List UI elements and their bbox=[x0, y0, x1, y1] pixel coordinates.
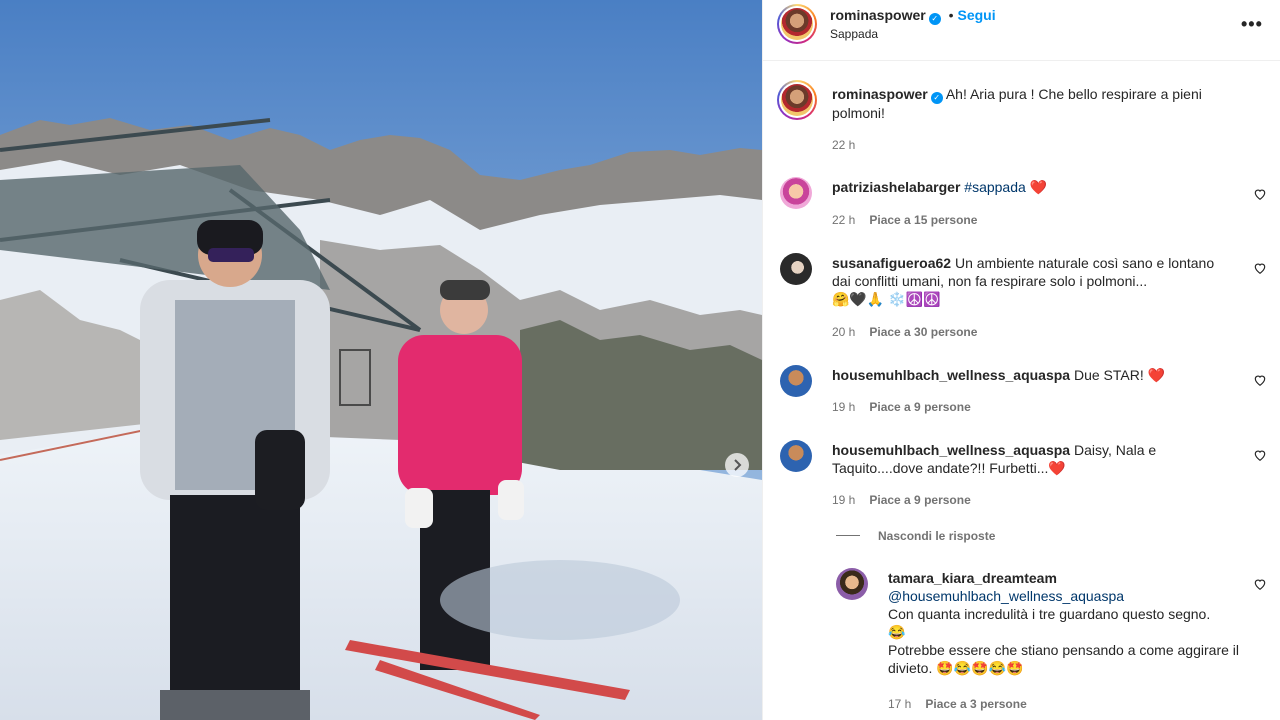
verified-badge-icon: ✓ bbox=[928, 13, 941, 25]
comment-avatar[interactable] bbox=[780, 365, 812, 397]
reply-likes[interactable]: Piace a 3 persone bbox=[925, 697, 1026, 711]
verified-badge-icon: ✓ bbox=[930, 92, 943, 104]
like-reply-button[interactable] bbox=[1253, 577, 1267, 591]
reply-username[interactable]: tamara_kiara_dreamteam bbox=[888, 569, 1248, 587]
comment-avatar[interactable] bbox=[780, 177, 812, 209]
separator-dot: • bbox=[948, 7, 954, 23]
comment-time[interactable]: 20 h bbox=[832, 325, 855, 339]
like-comment-button[interactable] bbox=[1253, 261, 1267, 275]
chevron-right-icon bbox=[734, 459, 742, 471]
hide-replies-button[interactable]: Nascondi le risposte bbox=[878, 529, 995, 543]
replies-divider bbox=[836, 535, 860, 536]
comment-text: Due STAR! bbox=[1073, 367, 1144, 383]
reply-emoji-1: 😂 bbox=[888, 624, 906, 640]
comment-likes[interactable]: Piace a 9 persone bbox=[869, 493, 970, 507]
post-photo[interactable] bbox=[0, 0, 762, 720]
heart-outline-icon bbox=[1254, 450, 1266, 461]
more-options-icon[interactable]: ••• bbox=[1241, 14, 1263, 35]
reply-meta: 17 h Piace a 3 persone bbox=[888, 697, 1027, 711]
heart-outline-icon bbox=[1254, 189, 1266, 200]
comment-body: patriziashelabarger #sappada ❤️ bbox=[832, 178, 1222, 196]
comment-avatar[interactable] bbox=[780, 440, 812, 472]
comment-body: susanafigueroa62 Un ambiente naturale co… bbox=[832, 254, 1227, 308]
comment-username[interactable]: susanafigueroa62 bbox=[832, 255, 951, 271]
next-photo-button[interactable] bbox=[725, 453, 749, 477]
comment-time[interactable]: 22 h bbox=[832, 213, 855, 227]
caption: rominaspower ✓ Ah! Aria pura ! Che bello … bbox=[832, 85, 1232, 122]
reply-body: tamara_kiara_dreamteam @housemuhlbach_we… bbox=[888, 569, 1248, 677]
comment-body: housemuhlbach_wellness_aquaspa Daisy, Na… bbox=[832, 441, 1217, 477]
follow-button[interactable]: Segui bbox=[958, 7, 996, 23]
like-comment-button[interactable] bbox=[1253, 448, 1267, 462]
reply-avatar[interactable] bbox=[836, 568, 868, 600]
comment-time[interactable]: 19 h bbox=[832, 400, 855, 414]
author-username[interactable]: rominaspower bbox=[830, 7, 926, 23]
caption-username[interactable]: rominaspower bbox=[832, 86, 928, 102]
mention-link[interactable]: @housemuhlbach_wellness_aquaspa bbox=[888, 587, 1248, 605]
hashtag-link[interactable]: #sappada bbox=[964, 179, 1026, 195]
comment-emoji: ❤️ bbox=[1147, 367, 1166, 383]
comment-username[interactable]: housemuhlbach_wellness_aquaspa bbox=[832, 367, 1070, 383]
like-comment-button[interactable] bbox=[1253, 187, 1267, 201]
comment-username[interactable]: patriziashelabarger bbox=[832, 179, 960, 195]
post-header: rominaspower ✓ • Segui Sappada ••• bbox=[763, 0, 1280, 61]
heart-outline-icon bbox=[1254, 579, 1266, 590]
ski-photo-image bbox=[0, 0, 762, 720]
caption-time[interactable]: 22 h bbox=[832, 138, 855, 152]
reply-line-1: Con quanta incredulità i tre guardano qu… bbox=[888, 606, 1211, 622]
comment-meta: 20 h Piace a 30 persone bbox=[832, 325, 977, 339]
comment-emoji: ❤️ bbox=[1048, 460, 1066, 476]
reply-emoji-2: 🤩😂🤩😂🤩 bbox=[936, 660, 1024, 676]
heart-outline-icon bbox=[1254, 375, 1266, 386]
heart-outline-icon bbox=[1254, 263, 1266, 274]
header-user-line: rominaspower ✓ • Segui bbox=[830, 7, 996, 25]
reply-line-2-wrap: Potrebbe essere che stiano pensando a co… bbox=[888, 641, 1248, 677]
comment-username[interactable]: housemuhlbach_wellness_aquaspa bbox=[832, 442, 1070, 458]
comment-body: housemuhlbach_wellness_aquaspa Due STAR!… bbox=[832, 366, 1227, 384]
comment-emoji: 🤗🖤🙏 ❄️☮️☮️ bbox=[832, 291, 941, 307]
comment-likes[interactable]: Piace a 30 persone bbox=[869, 325, 977, 339]
post-location[interactable]: Sappada bbox=[830, 27, 878, 41]
comment-meta: 19 h Piace a 9 persone bbox=[832, 493, 971, 507]
comment-likes[interactable]: Piace a 15 persone bbox=[869, 213, 977, 227]
comment-time[interactable]: 19 h bbox=[832, 493, 855, 507]
reply-time[interactable]: 17 h bbox=[888, 697, 911, 711]
caption-avatar[interactable] bbox=[777, 80, 817, 120]
comment-meta: 19 h Piace a 9 persone bbox=[832, 400, 971, 414]
author-avatar[interactable] bbox=[777, 4, 817, 44]
comment-emoji: ❤️ bbox=[1029, 179, 1048, 195]
comments-panel: rominaspower ✓ • Segui Sappada ••• rominas… bbox=[762, 0, 1280, 720]
comment-meta: 22 h Piace a 15 persone bbox=[832, 213, 977, 227]
comment-avatar[interactable] bbox=[780, 253, 812, 285]
comment-likes[interactable]: Piace a 9 persone bbox=[869, 400, 970, 414]
like-comment-button[interactable] bbox=[1253, 373, 1267, 387]
